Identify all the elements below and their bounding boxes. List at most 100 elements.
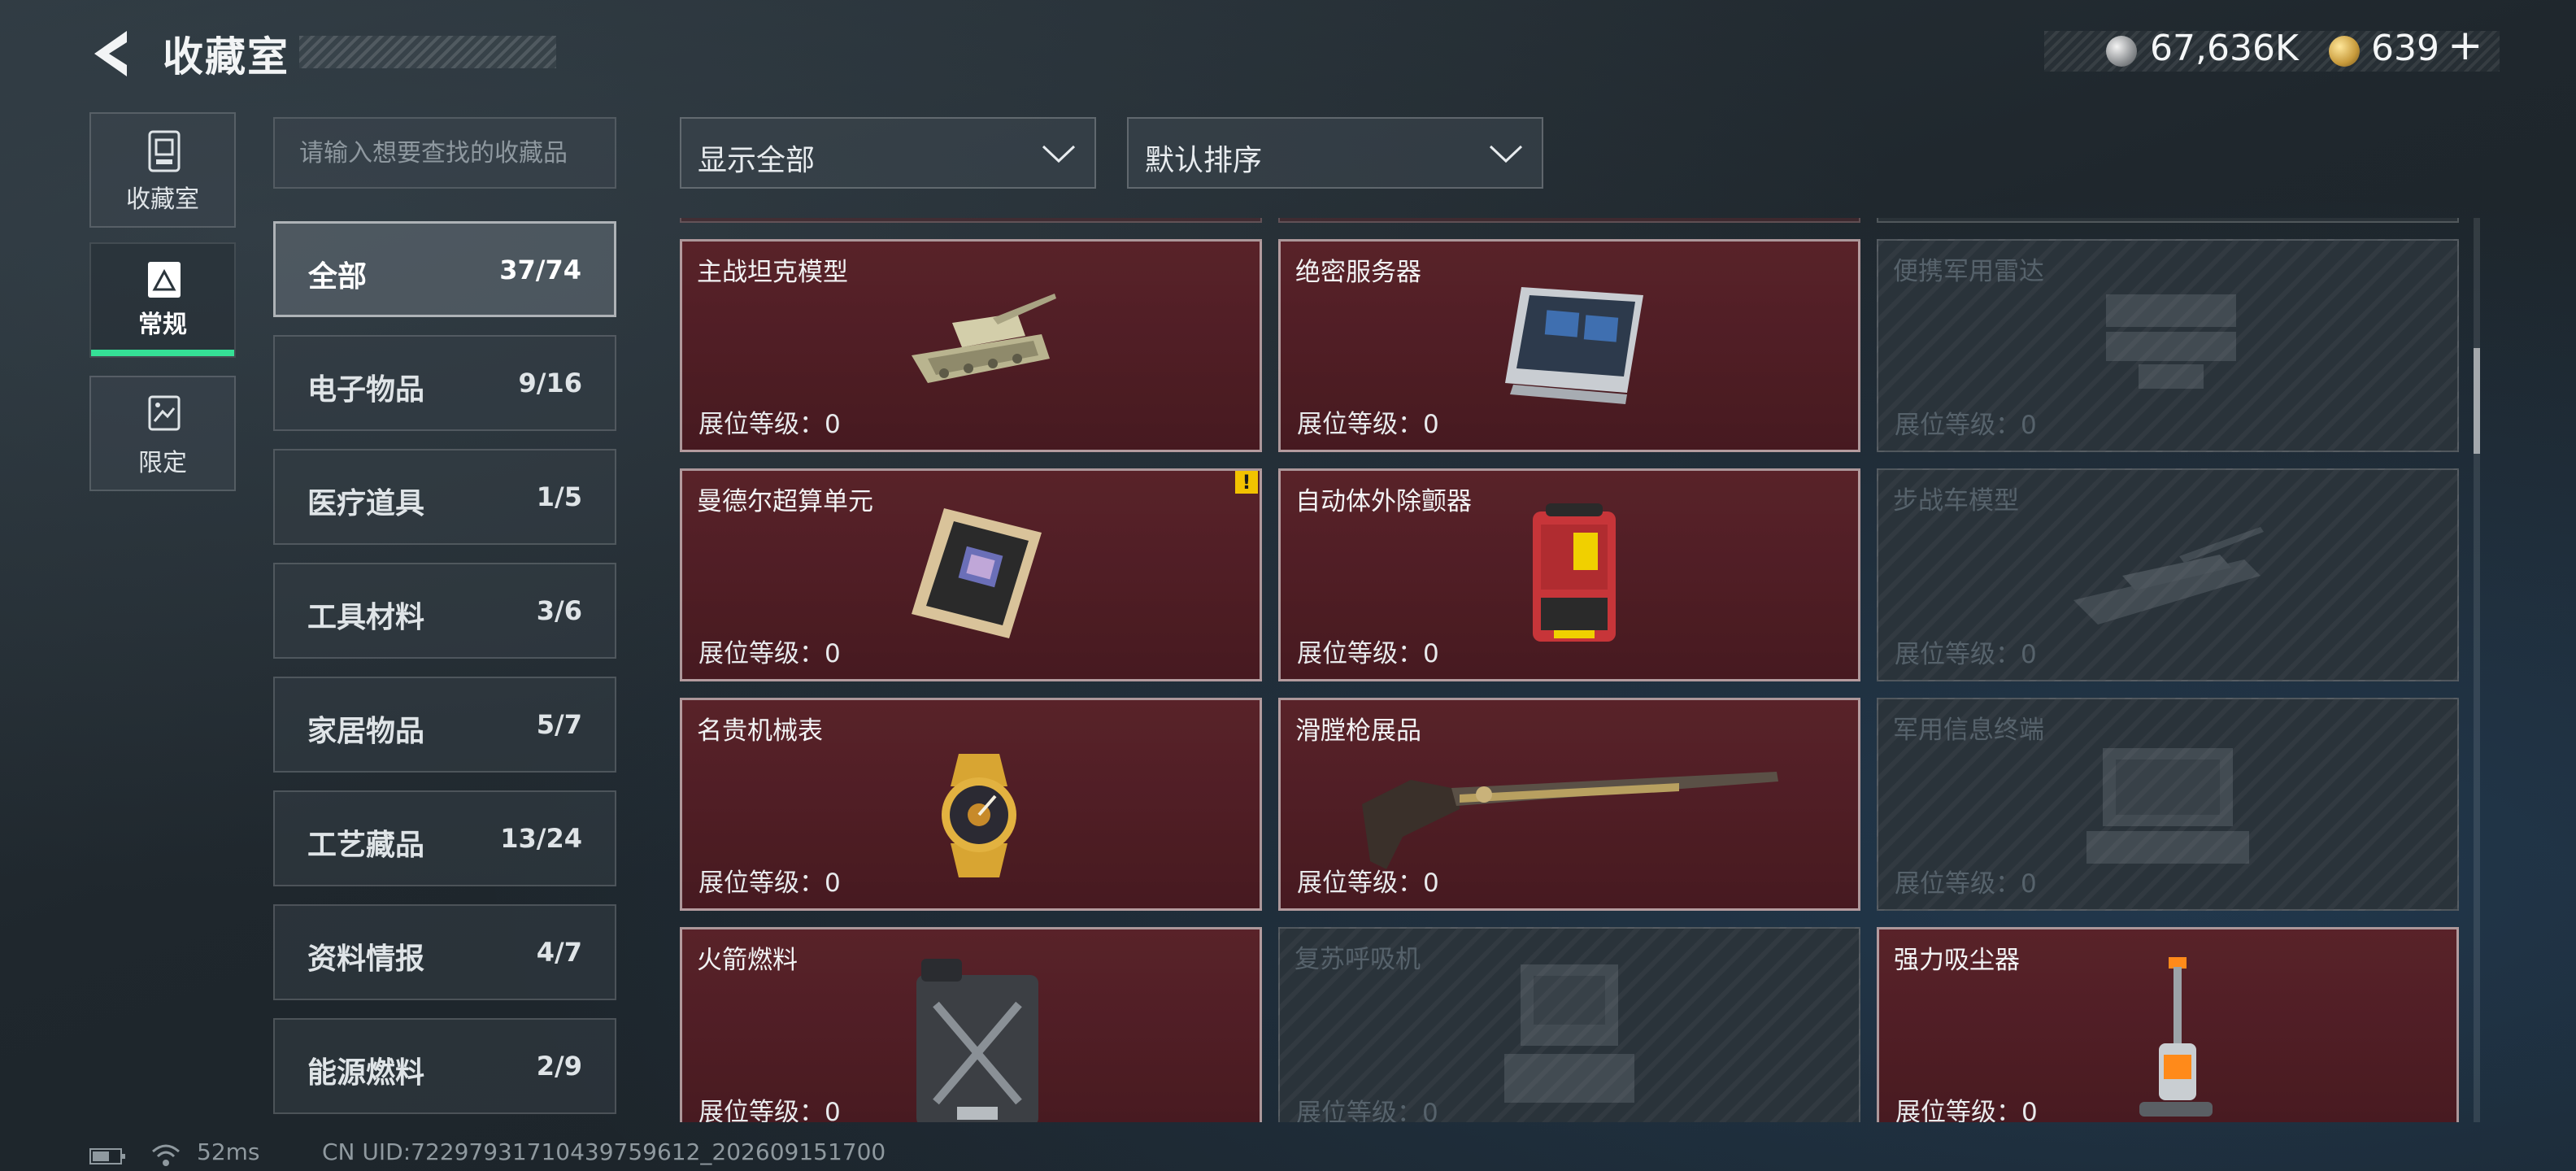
limited-frame-icon [148,395,181,431]
item-name: 名贵机械表 [697,716,823,746]
category-medical[interactable]: 医疗道具 1/5 [273,449,616,545]
booth-level: 展位等级：0 [1895,640,2037,669]
sort-dropdown[interactable]: 默认排序 [1127,117,1543,189]
tank-model-icon [912,294,1056,383]
item-card[interactable]: 便携军用雷达 展位等级：0 [1877,239,2459,452]
item-card[interactable]: 军用信息终端 展位等级：0 [1877,698,2459,911]
category-energy[interactable]: 能源燃料 2/9 [273,1018,616,1114]
category-name: 资料情报 [307,942,425,976]
category-electronics[interactable]: 电子物品 9/16 [273,335,616,431]
mechanical-watch-icon [942,754,1016,877]
page-title: 收藏室 [163,33,289,81]
item-name: 自动体外除颤器 [1295,487,1472,516]
grid-scrollbar[interactable] [2474,218,2480,1122]
battery-icon [89,1148,125,1164]
booth-level: 展位等级：0 [1895,869,2037,899]
item-card[interactable]: 曼德尔超算单元 ! 展位等级：0 [680,468,1262,681]
booth-level: 展位等级：0 [1895,1098,2038,1122]
partial-card-top [1877,218,2459,223]
category-tools[interactable]: 工具材料 3/6 [273,563,616,659]
booth-level: 展位等级：0 [1895,411,2037,440]
item-card[interactable]: 名贵机械表 展位等级：0 [680,698,1262,911]
back-arrow-icon [94,31,127,76]
regular-frame-icon [148,262,181,298]
category-name: 医疗道具 [307,487,425,520]
item-card[interactable]: 强力吸尘器 展位等级：0 [1877,927,2459,1122]
vacuum-cleaner-icon [2139,957,2213,1117]
category-crafts[interactable]: 工艺藏品 13/24 [273,790,616,886]
item-card[interactable]: 主战坦克模型 展位等级：0 [680,239,1262,452]
category-name: 能源燃料 [307,1056,425,1090]
server-icon [1505,287,1643,404]
side-tab-label: 收藏室 [126,185,199,214]
category-count: 2/9 [536,1051,582,1082]
ifv-model-icon [2073,527,2264,625]
category-household[interactable]: 家居物品 5/7 [273,677,616,773]
chevron-down-icon [1042,145,1076,163]
add-gold-button[interactable]: + [2448,21,2483,70]
category-name: 工具材料 [307,601,425,634]
alert-badge-icon: ! [1235,471,1258,494]
side-tab-collection[interactable]: 收藏室 [89,112,236,228]
item-name: 步战车模型 [1893,486,2019,516]
sort-dropdown-value: 默认排序 [1145,144,1263,177]
booth-level: 展位等级：0 [1297,639,1439,668]
filter-dropdown[interactable]: 显示全部 [680,117,1096,189]
item-name: 主战坦克模型 [697,258,848,287]
military-terminal-icon [2086,748,2249,864]
booth-level: 展位等级：0 [698,1098,841,1122]
category-count: 1/5 [536,481,582,512]
item-name: 复苏呼吸机 [1295,945,1421,974]
search-input[interactable] [273,117,616,189]
category-count: 4/7 [536,937,582,968]
silver-amount: 67,636K [2150,28,2299,69]
item-card[interactable]: 滑膛枪展品 展位等级：0 [1278,698,1860,911]
ping-text: 52ms [197,1138,260,1165]
item-name: 强力吸尘器 [1894,946,2020,975]
side-tab-limited[interactable]: 限定 [89,376,236,491]
title-decoration [299,36,556,68]
silver-coin-icon [2106,36,2137,67]
category-count: 13/24 [500,823,582,854]
scrollbar-thumb[interactable] [2474,348,2480,454]
item-card[interactable]: 火箭燃料 展位等级：0 [680,927,1262,1122]
chevron-down-icon [1489,145,1523,163]
item-card[interactable]: 复苏呼吸机 展位等级：0 [1278,927,1860,1122]
item-card[interactable]: 绝密服务器 展位等级：0 [1278,239,1860,452]
item-card[interactable]: 步战车模型 展位等级：0 [1877,468,2459,681]
back-button[interactable] [88,28,133,80]
category-name: 工艺藏品 [307,829,425,862]
category-all[interactable]: 全部 37/74 [273,221,616,317]
uid-text: CN UID:7229793171043975961​2_20260915170… [322,1138,886,1165]
category-count: 9/16 [518,368,582,398]
side-tab-regular[interactable]: 常规 [89,242,236,358]
booth-level: 展位等级：0 [1297,868,1439,898]
category-name: 全部 [308,260,368,294]
active-tab-indicator [91,350,234,356]
collection-cabinet-icon [148,130,181,172]
category-count: 3/6 [536,595,582,626]
item-name: 火箭燃料 [697,946,798,975]
item-name: 军用信息终端 [1893,716,2044,745]
side-tab-label: 限定 [138,449,187,477]
category-count: 5/7 [536,709,582,740]
filter-dropdown-value: 显示全部 [698,144,816,177]
category-count: 37/74 [499,255,581,285]
item-name: 曼德尔超算单元 [697,487,873,516]
item-name: 滑膛枪展品 [1295,716,1421,746]
supercomputer-unit-icon [912,508,1042,638]
radar-icon [2106,294,2236,389]
booth-level: 展位等级：0 [1296,1099,1438,1122]
fuel-canister-icon [916,959,1038,1122]
wifi-icon [152,1144,180,1166]
item-card[interactable]: 自动体外除颤器 展位等级：0 [1278,468,1860,681]
musket-icon [1362,772,1778,869]
category-intel[interactable]: 资料情报 4/7 [273,904,616,1000]
ventilator-icon [1504,964,1634,1103]
collection-grid: 主战坦克模型 展位等级：0 绝密服务器 展位等级：0 便携军用雷达 展位等级：0 [680,218,2459,1122]
defibrillator-icon [1533,503,1616,642]
side-tab-label: 常规 [138,311,187,339]
item-name: 绝密服务器 [1295,258,1421,287]
partial-card-top [680,218,1262,223]
booth-level: 展位等级：0 [698,868,841,898]
